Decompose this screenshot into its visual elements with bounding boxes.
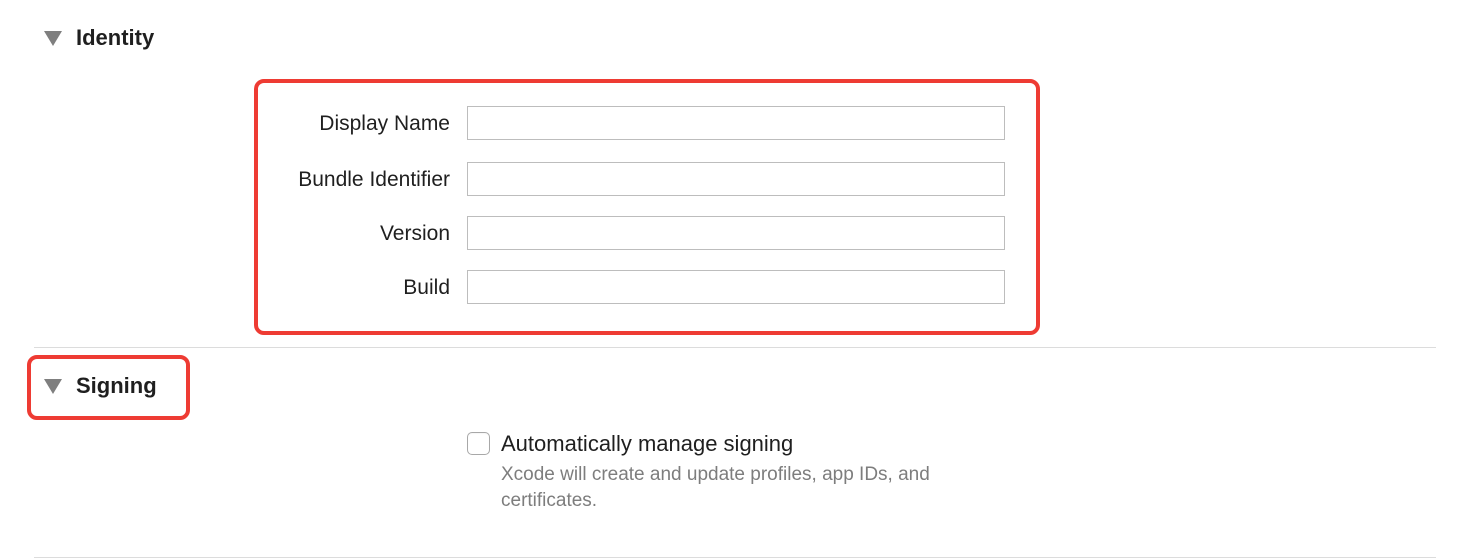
signing-section-title: Signing xyxy=(76,373,157,398)
auto-manage-signing-label[interactable]: Automatically manage signing xyxy=(501,430,793,458)
identity-section-title: Identity xyxy=(76,25,155,50)
version-field[interactable] xyxy=(467,216,1005,250)
display-name-field[interactable] xyxy=(467,106,1005,140)
build-field[interactable] xyxy=(467,270,1005,304)
signing-disclosure-triangle-icon[interactable] xyxy=(44,379,62,394)
version-label: Version xyxy=(379,222,450,245)
auto-manage-signing-help-line-1: Xcode will create and update profiles, a… xyxy=(501,464,930,485)
identity-disclosure-triangle-icon[interactable] xyxy=(44,31,62,46)
bundle-identifier-label: Bundle Identifier xyxy=(298,168,450,191)
bundle-identifier-field[interactable] xyxy=(467,162,1005,196)
auto-manage-signing-checkbox[interactable] xyxy=(467,432,490,455)
build-label: Build xyxy=(403,276,450,299)
bottom-divider xyxy=(34,557,1436,558)
section-divider xyxy=(34,347,1436,348)
display-name-label: Display Name xyxy=(319,112,450,135)
auto-manage-signing-help-line-2: certificates. xyxy=(501,490,598,511)
